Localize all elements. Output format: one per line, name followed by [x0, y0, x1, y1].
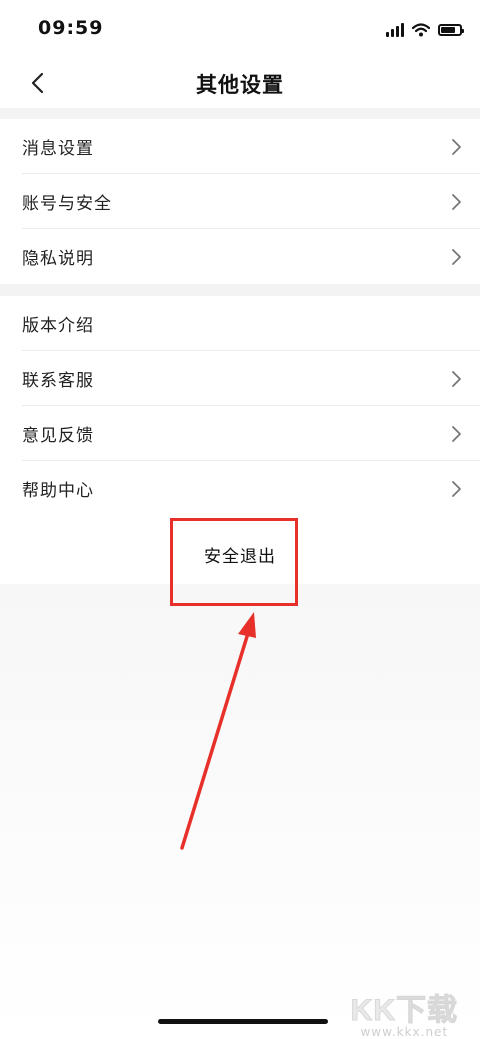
menu-item-help-center[interactable]: 帮助中心: [0, 461, 480, 516]
home-indicator[interactable]: [158, 1019, 328, 1024]
chevron-right-icon: [452, 139, 461, 155]
page-title: 其他设置: [196, 73, 284, 97]
signal-icon: [386, 23, 404, 37]
section-gap: [0, 108, 480, 119]
settings-group-2: 版本介绍 联系客服 意见反馈 帮助中心: [0, 296, 480, 516]
status-bar: 09:59: [0, 0, 480, 58]
chevron-right-icon: [452, 371, 461, 387]
chevron-right-icon: [452, 481, 461, 497]
menu-item-feedback[interactable]: 意见反馈: [0, 406, 480, 461]
menu-item-label: 账号与安全: [22, 194, 112, 214]
menu-item-label: 帮助中心: [22, 481, 94, 501]
menu-item-privacy-policy[interactable]: 隐私说明: [0, 229, 480, 284]
chevron-right-icon: [452, 194, 461, 210]
menu-item-label: 隐私说明: [22, 249, 94, 269]
chevron-right-icon: [452, 426, 461, 442]
menu-item-contact-support[interactable]: 联系客服: [0, 351, 480, 406]
nav-bar: 其他设置: [0, 58, 480, 108]
menu-item-label: 消息设置: [22, 139, 94, 159]
highlight-box: [170, 518, 298, 606]
menu-item-version-intro[interactable]: 版本介绍: [0, 296, 480, 351]
menu-item-label: 意见反馈: [22, 426, 94, 446]
battery-icon: [438, 24, 464, 36]
menu-item-account-security[interactable]: 账号与安全: [0, 174, 480, 229]
section-gap: [0, 284, 480, 296]
settings-group-1: 消息设置 账号与安全 隐私说明: [0, 119, 480, 284]
wifi-icon: [412, 23, 430, 37]
status-time: 09:59: [38, 17, 104, 39]
menu-item-label: 版本介绍: [22, 316, 94, 336]
status-icons: [386, 20, 464, 40]
watermark-logo: KK下载: [350, 994, 458, 1028]
watermark: KK下载 www.kkx.net: [350, 985, 458, 1039]
watermark-url: www.kkx.net: [360, 1025, 449, 1039]
annotation-arrow-icon: [180, 612, 256, 850]
menu-item-label: 联系客服: [22, 371, 94, 391]
menu-item-message-settings[interactable]: 消息设置: [0, 119, 480, 174]
chevron-right-icon: [452, 249, 461, 265]
